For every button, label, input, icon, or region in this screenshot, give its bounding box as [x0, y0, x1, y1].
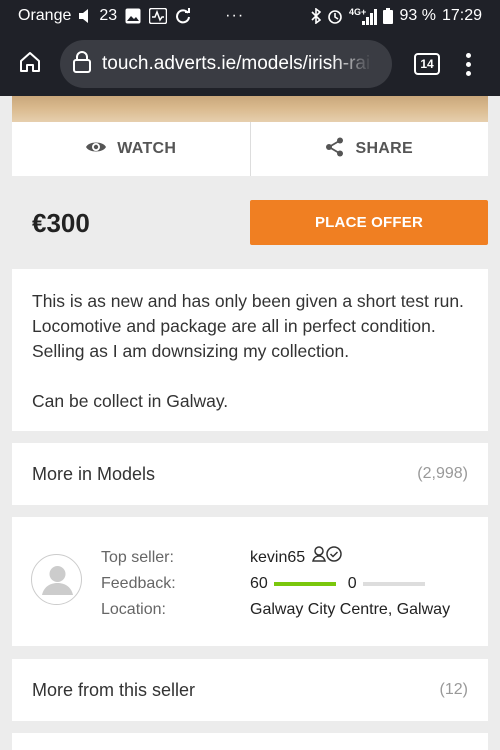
more-from-seller-label: More from this seller: [32, 679, 196, 700]
menu-button[interactable]: [466, 52, 471, 76]
status-bar: Orange 23 ··· 4G+ 93 % 17:29: [0, 0, 500, 32]
svg-text:4G+: 4G+: [349, 7, 366, 17]
feedback-label: Feedback:: [101, 575, 176, 592]
seller-name[interactable]: kevin65: [250, 545, 305, 571]
seller-location: Galway City Centre, Galway: [250, 601, 451, 618]
feedback-negative-bar: [362, 582, 425, 586]
tab-count: 14: [420, 57, 434, 71]
watch-button[interactable]: WATCH: [12, 122, 250, 176]
activity-icon: [149, 8, 168, 24]
seller-values: kevin65 60 0 Galway City Centre, Galway: [250, 545, 450, 623]
description-paragraph: Can be collect in Galway.: [32, 391, 229, 411]
feedback-negative: 0: [347, 575, 357, 592]
image-icon: [125, 8, 141, 24]
volume-icon: [79, 9, 91, 23]
verified-user-icon: [311, 545, 343, 572]
next-card: [12, 733, 488, 750]
carrier-name: Orange: [18, 7, 72, 24]
tabs-button[interactable]: 14: [414, 53, 440, 75]
more-in-models-label: More in Models: [32, 463, 156, 484]
feedback-row: 60 0: [250, 571, 450, 597]
signal-4g-icon: 4G+: [349, 7, 378, 25]
location-label: Location:: [101, 601, 166, 618]
clock: 17:29: [441, 7, 482, 24]
share-label: SHARE: [355, 140, 413, 157]
bluetooth-icon: [311, 8, 322, 24]
description-card: This is as new and has only been given a…: [12, 269, 488, 431]
home-icon: [18, 50, 42, 79]
url-text: touch.adverts.ie/models/irish-railway: [102, 53, 372, 74]
notification-count: 23: [99, 7, 118, 24]
browser-toolbar: touch.adverts.ie/models/irish-railway 14: [0, 32, 500, 96]
more-in-models-count: (2,998): [417, 465, 468, 482]
more-from-seller-count: (12): [439, 681, 468, 698]
action-row: WATCH SHARE: [12, 122, 488, 176]
battery-icon: [383, 8, 394, 24]
battery-level: 93 %: [399, 7, 436, 24]
menu-icon: [466, 52, 471, 58]
more-notifications: ···: [225, 7, 245, 24]
top-seller-label: Top seller:: [101, 549, 174, 566]
more-from-seller-link[interactable]: More from this seller (12): [12, 659, 488, 721]
description-paragraph: This is as new and has only been given a…: [32, 291, 464, 361]
place-offer-button[interactable]: PLACE OFFER: [250, 200, 488, 245]
lock-icon: [72, 50, 92, 79]
sync-icon: [175, 8, 191, 24]
more-in-models-link[interactable]: More in Models (2,998): [12, 443, 488, 505]
share-button[interactable]: SHARE: [249, 122, 489, 176]
address-bar[interactable]: touch.adverts.ie/models/irish-railway: [60, 40, 392, 88]
price: €300: [32, 208, 90, 238]
user-silhouette-icon: [42, 566, 73, 595]
home-button[interactable]: [0, 32, 60, 96]
alarm-icon: [327, 8, 343, 24]
seller-labels: Top seller: Feedback: Location:: [101, 545, 176, 623]
avatar[interactable]: [31, 554, 82, 605]
feedback-positive-bar: [273, 582, 336, 586]
feedback-positive: 60: [250, 575, 268, 592]
watch-label: WATCH: [117, 140, 177, 157]
listing-image[interactable]: [12, 96, 488, 122]
eye-icon: [85, 139, 107, 160]
seller-card: Top seller: Feedback: Location: kevin65 …: [12, 517, 488, 646]
share-icon: [325, 137, 345, 162]
